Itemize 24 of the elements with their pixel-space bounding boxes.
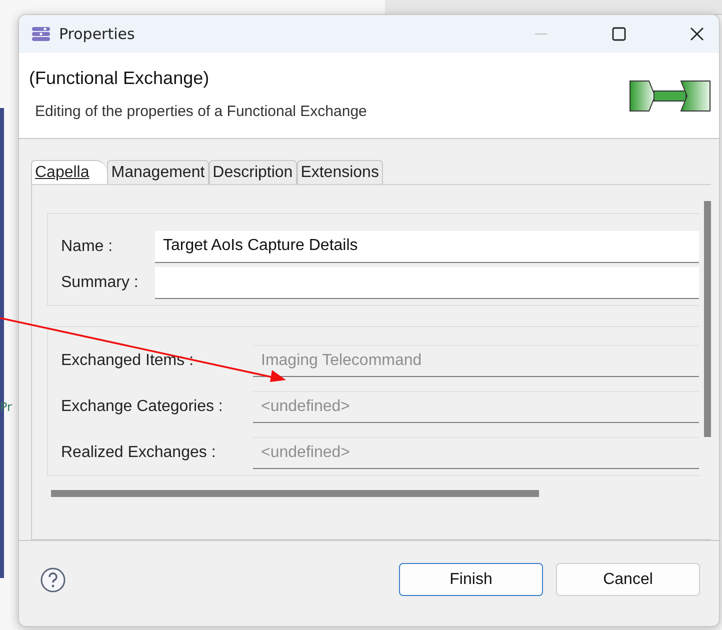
text-field[interactable]	[155, 267, 699, 300]
tab[interactable]: Description	[208, 160, 297, 184]
dialog-heading: (Functional Exchange)	[29, 68, 210, 89]
text-field: Imaging Telecommand	[253, 345, 699, 378]
window-title: Properties	[59, 24, 135, 43]
cancel-button[interactable]: Cancel	[556, 563, 700, 596]
text-field: <undefined>	[253, 391, 699, 424]
dialog-description: Editing of the properties of a Functional Exchange	[35, 102, 368, 120]
field-label: Summary :	[61, 274, 140, 292]
vertical-scrollbar[interactable]	[704, 201, 711, 438]
text-field[interactable]: Target AoIs Capture Details	[155, 231, 699, 264]
tab[interactable]: Capella	[31, 160, 108, 184]
horizontal-scrollbar[interactable]	[51, 490, 539, 498]
properties-icon	[31, 26, 51, 42]
field-label: Name :	[61, 238, 114, 256]
finish-button[interactable]: Finish	[399, 563, 543, 596]
tab[interactable]: Extensions	[296, 160, 383, 184]
tab[interactable]: Management	[107, 160, 209, 184]
field-label: Exchanged Items :	[61, 352, 195, 370]
text-field: <undefined>	[253, 437, 699, 470]
field-label: Exchange Categories :	[61, 398, 224, 416]
field-label: Realized Exchanges :	[61, 444, 217, 462]
exchange-icon	[629, 80, 711, 112]
help-icon[interactable]	[40, 566, 66, 593]
